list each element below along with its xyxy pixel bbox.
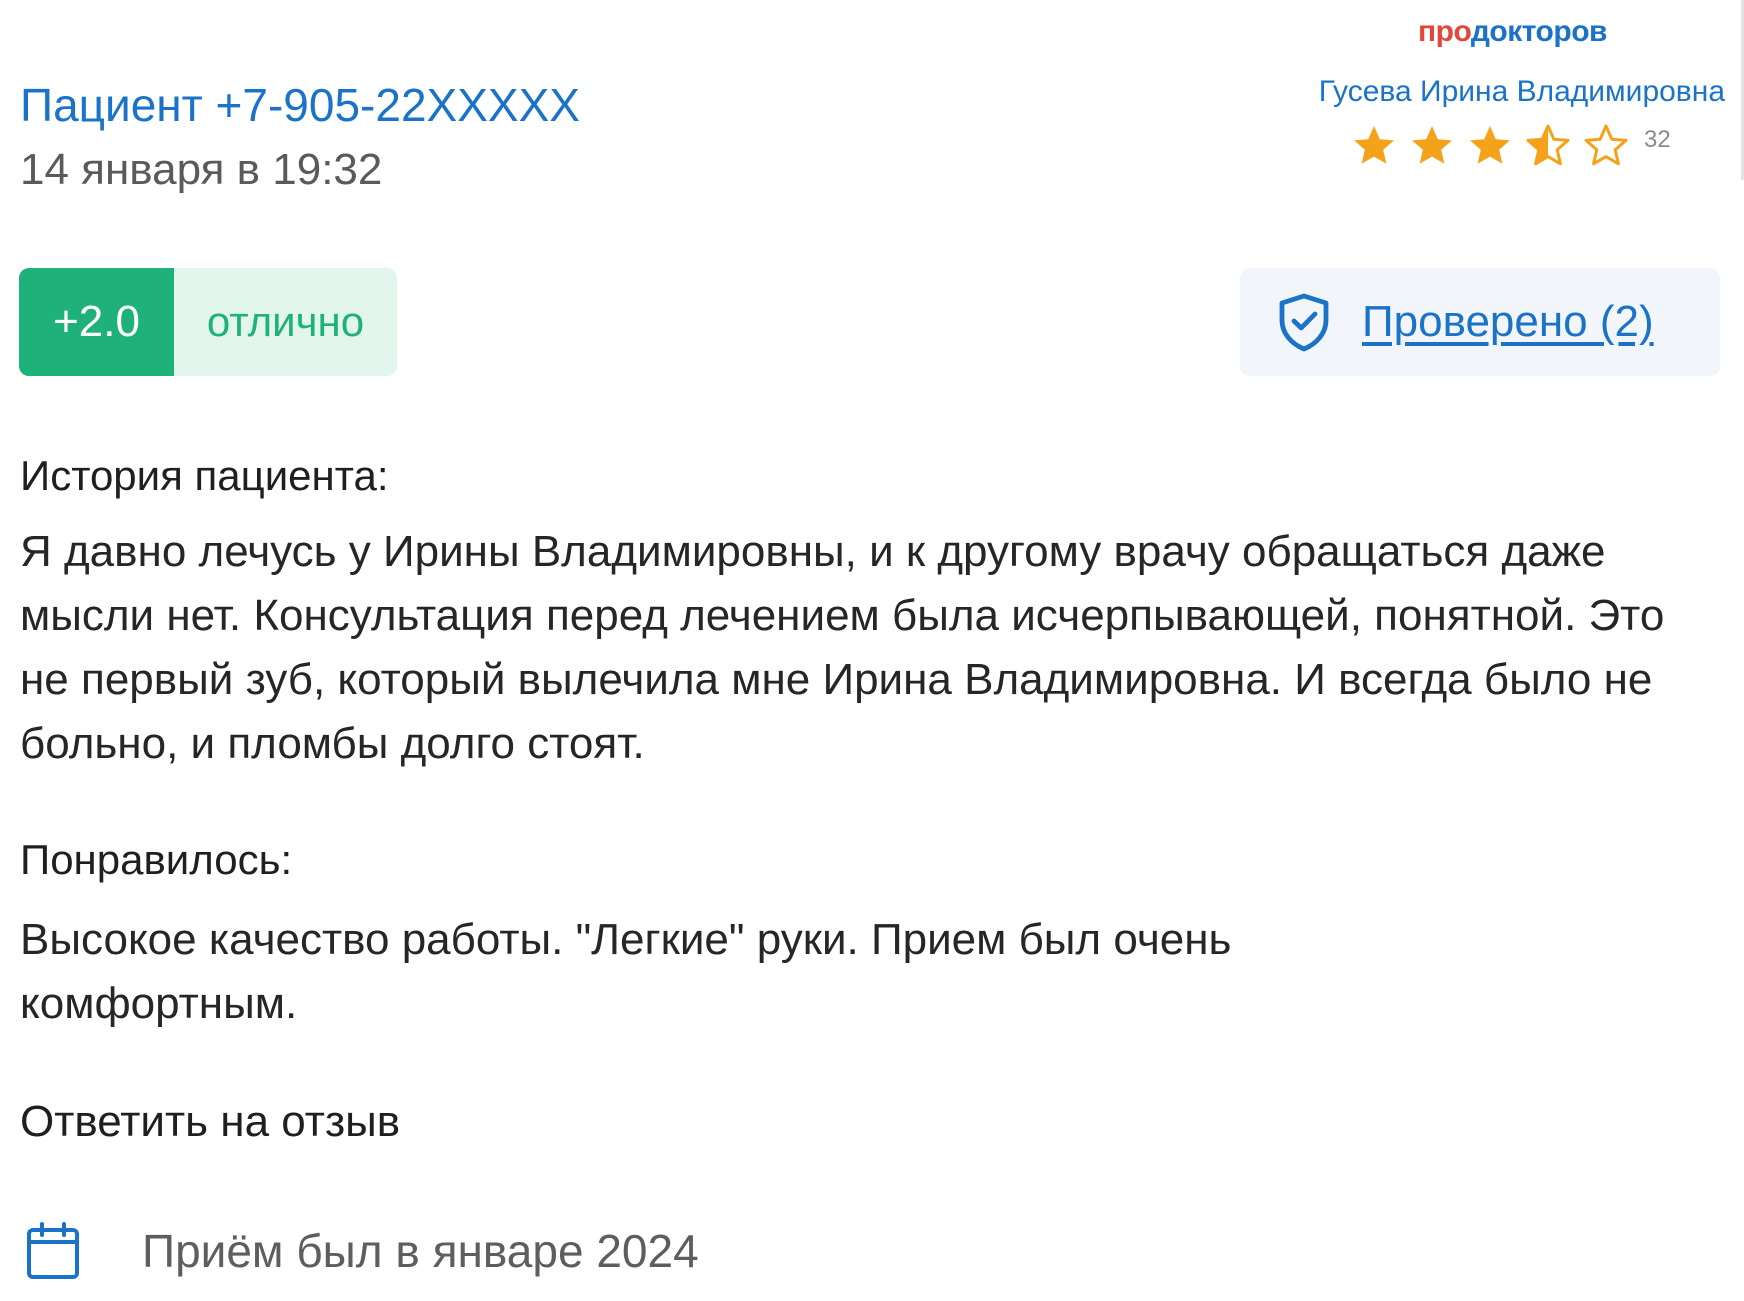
history-text: Я давно лечусь у Ирины Владимировны, и к… xyxy=(20,527,1665,768)
rating-label: отлично xyxy=(206,298,365,345)
rating-score: +2.0 xyxy=(19,268,174,376)
verified-label[interactable]: Проверено (2) xyxy=(1362,297,1654,347)
star-filled-icon xyxy=(1466,122,1524,172)
calendar-icon xyxy=(27,1222,79,1279)
brand-logo: продокторов xyxy=(1264,12,1741,52)
star-half-icon xyxy=(1524,122,1582,172)
review-date: 14 января в 19:32 xyxy=(20,145,383,194)
star-filled-icon xyxy=(1408,122,1466,172)
star-filled-icon xyxy=(1350,122,1408,172)
star-rating: 32 xyxy=(1350,120,1671,174)
brand-logo-doc: докторов xyxy=(1470,15,1608,48)
review-card: Пациент +7-905-22XXXXX 14 января в 19:32… xyxy=(0,0,1744,1301)
patient-name[interactable]: Пациент +7-905-22XXXXX xyxy=(20,74,580,136)
verified-button[interactable]: Проверено (2) xyxy=(1240,268,1720,376)
liked-text: Высокое качество работы. "Легкие" руки. … xyxy=(20,915,1232,1028)
brand-logo-pro: про xyxy=(1418,15,1471,48)
star-empty-icon xyxy=(1582,122,1640,172)
shield-check-icon xyxy=(1279,293,1329,352)
liked-title: Понравилось: xyxy=(20,836,293,883)
reviews-count: 32 xyxy=(1644,126,1671,153)
history-title: История пациента: xyxy=(20,452,389,499)
visit-info: Приём был в январе 2024 xyxy=(26,1218,699,1284)
doctor-card[interactable]: продокторов Гусева Ирина Владимировна 32 xyxy=(1264,0,1744,180)
reply-button[interactable]: Ответить на отзыв xyxy=(20,1092,400,1152)
doctor-name[interactable]: Гусева Ирина Владимировна xyxy=(1264,72,1725,112)
rating-badge: +2.0 отлично xyxy=(19,268,397,376)
visit-date: Приём был в январе 2024 xyxy=(142,1225,699,1277)
